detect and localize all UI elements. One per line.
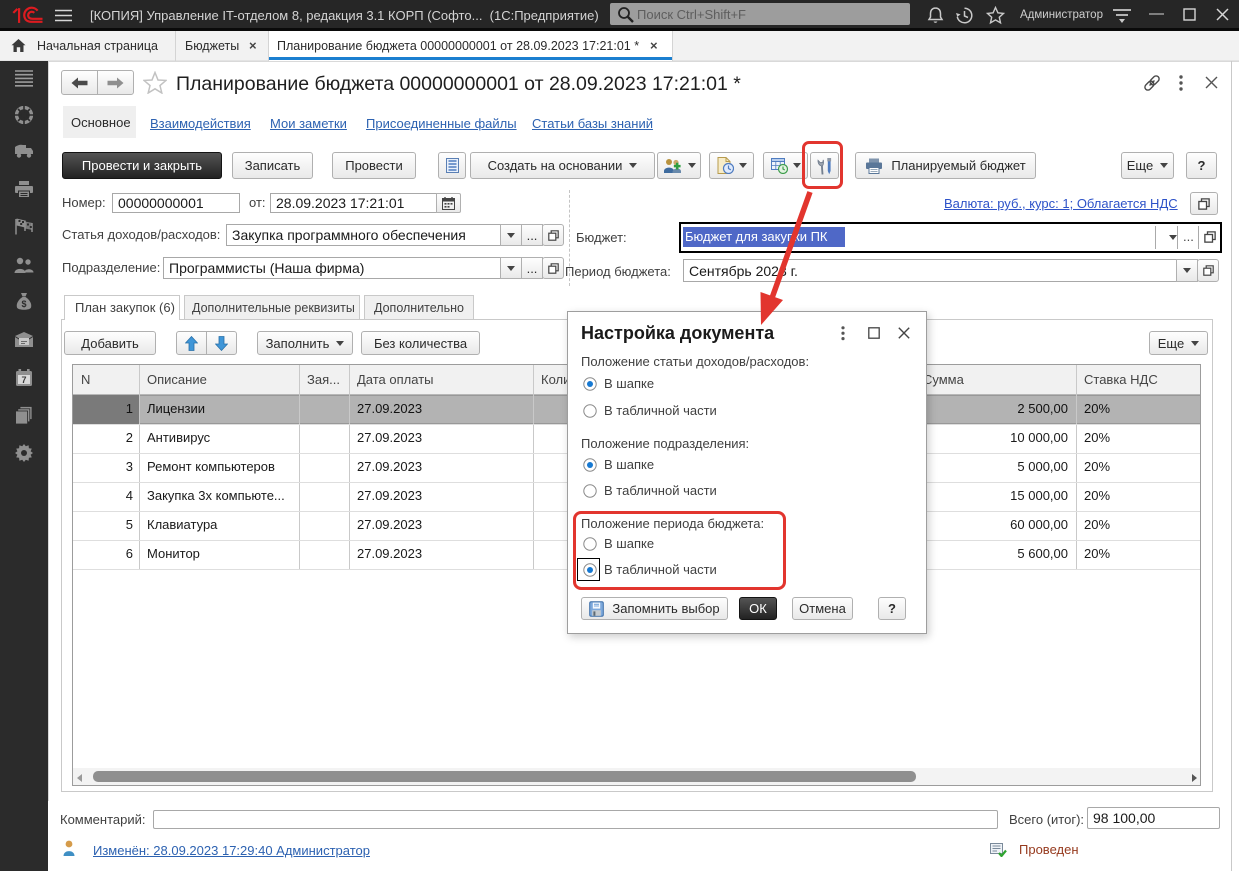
svg-text:7: 7 <box>21 375 26 385</box>
svg-text:$: $ <box>21 299 26 309</box>
